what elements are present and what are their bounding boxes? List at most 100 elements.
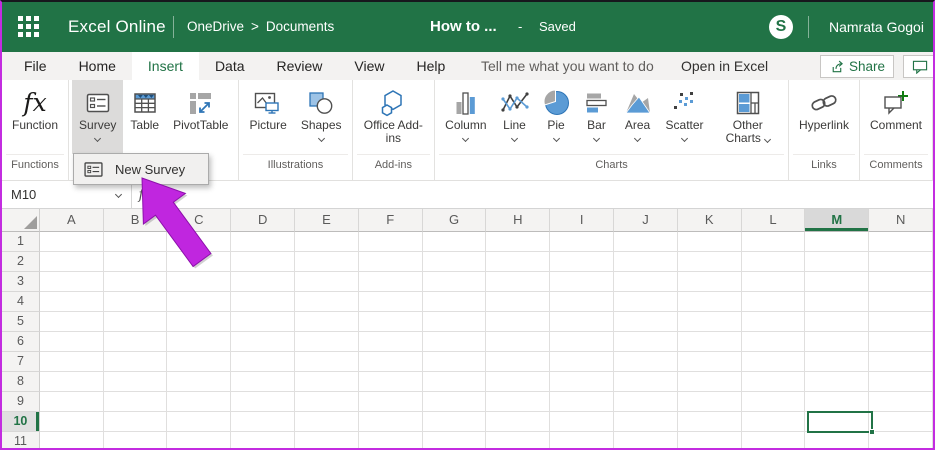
cell-N6[interactable] bbox=[869, 332, 933, 352]
cell-L9[interactable] bbox=[742, 392, 806, 412]
cell-M11[interactable] bbox=[805, 432, 869, 450]
column-header-D[interactable]: D bbox=[231, 209, 295, 232]
row-header-10[interactable]: 10 bbox=[2, 412, 40, 432]
cell-K4[interactable] bbox=[678, 292, 742, 312]
name-box[interactable]: M10 bbox=[2, 181, 132, 208]
cell-A5[interactable] bbox=[40, 312, 104, 332]
cell-K7[interactable] bbox=[678, 352, 742, 372]
cell-H4[interactable] bbox=[486, 292, 550, 312]
row-header-8[interactable]: 8 bbox=[2, 372, 40, 392]
cell-A1[interactable] bbox=[40, 232, 104, 252]
cell-F4[interactable] bbox=[359, 292, 423, 312]
cell-M1[interactable] bbox=[805, 232, 869, 252]
column-header-M[interactable]: M bbox=[805, 209, 869, 232]
cell-J5[interactable] bbox=[614, 312, 678, 332]
cell-C2[interactable] bbox=[167, 252, 231, 272]
cell-J1[interactable] bbox=[614, 232, 678, 252]
cell-A8[interactable] bbox=[40, 372, 104, 392]
cell-N8[interactable] bbox=[869, 372, 933, 392]
cell-A10[interactable] bbox=[40, 412, 104, 432]
cell-I10[interactable] bbox=[550, 412, 614, 432]
document-title[interactable]: How to ... bbox=[430, 2, 497, 52]
cell-H10[interactable] bbox=[486, 412, 550, 432]
tab-insert[interactable]: Insert bbox=[132, 52, 199, 80]
select-all-corner[interactable] bbox=[2, 209, 40, 232]
cell-C10[interactable] bbox=[167, 412, 231, 432]
cell-E1[interactable] bbox=[295, 232, 359, 252]
cell-M2[interactable] bbox=[805, 252, 869, 272]
row-header-2[interactable]: 2 bbox=[2, 252, 40, 272]
cell-N4[interactable] bbox=[869, 292, 933, 312]
row-header-5[interactable]: 5 bbox=[2, 312, 40, 332]
cell-B9[interactable] bbox=[104, 392, 168, 412]
cell-K9[interactable] bbox=[678, 392, 742, 412]
cell-C3[interactable] bbox=[167, 272, 231, 292]
chevron-down-icon[interactable] bbox=[593, 135, 600, 142]
tab-view[interactable]: View bbox=[338, 52, 400, 80]
cell-M9[interactable] bbox=[805, 392, 869, 412]
cell-I4[interactable] bbox=[550, 292, 614, 312]
cell-J3[interactable] bbox=[614, 272, 678, 292]
chevron-down-icon[interactable] bbox=[681, 135, 688, 142]
cell-F10[interactable] bbox=[359, 412, 423, 432]
tab-help[interactable]: Help bbox=[401, 52, 462, 80]
cell-J7[interactable] bbox=[614, 352, 678, 372]
cell-H3[interactable] bbox=[486, 272, 550, 292]
tell-me-box[interactable]: Tell me what you want to do bbox=[481, 52, 654, 80]
cell-D10[interactable] bbox=[231, 412, 295, 432]
column-button[interactable]: Column bbox=[438, 80, 493, 154]
cell-I7[interactable] bbox=[550, 352, 614, 372]
cell-I8[interactable] bbox=[550, 372, 614, 392]
cell-B7[interactable] bbox=[104, 352, 168, 372]
cell-B3[interactable] bbox=[104, 272, 168, 292]
column-header-E[interactable]: E bbox=[295, 209, 359, 232]
new-survey-menu-item[interactable]: New Survey bbox=[115, 162, 185, 177]
cell-G2[interactable] bbox=[423, 252, 487, 272]
tab-data[interactable]: Data bbox=[199, 52, 261, 80]
active-cell-M10[interactable] bbox=[807, 411, 873, 433]
cell-L1[interactable] bbox=[742, 232, 806, 252]
cell-G6[interactable] bbox=[423, 332, 487, 352]
user-name[interactable]: Namrata Gogoi bbox=[829, 2, 924, 52]
column-header-A[interactable]: A bbox=[40, 209, 104, 232]
cell-H11[interactable] bbox=[486, 432, 550, 450]
cell-M8[interactable] bbox=[805, 372, 869, 392]
cell-I9[interactable] bbox=[550, 392, 614, 412]
cell-H7[interactable] bbox=[486, 352, 550, 372]
cell-M4[interactable] bbox=[805, 292, 869, 312]
cell-I11[interactable] bbox=[550, 432, 614, 450]
cell-C7[interactable] bbox=[167, 352, 231, 372]
chevron-down-icon[interactable] bbox=[115, 191, 122, 198]
cell-F8[interactable] bbox=[359, 372, 423, 392]
cell-E7[interactable] bbox=[295, 352, 359, 372]
column-header-I[interactable]: I bbox=[550, 209, 614, 232]
cell-D3[interactable] bbox=[231, 272, 295, 292]
column-header-H[interactable]: H bbox=[486, 209, 550, 232]
column-header-N[interactable]: N bbox=[869, 209, 933, 232]
tab-home[interactable]: Home bbox=[63, 52, 132, 80]
cell-A2[interactable] bbox=[40, 252, 104, 272]
cell-G8[interactable] bbox=[423, 372, 487, 392]
cell-H9[interactable] bbox=[486, 392, 550, 412]
cell-C4[interactable] bbox=[167, 292, 231, 312]
cell-B5[interactable] bbox=[104, 312, 168, 332]
cell-G10[interactable] bbox=[423, 412, 487, 432]
chevron-down-icon[interactable] bbox=[634, 135, 641, 142]
chevron-down-icon[interactable] bbox=[318, 135, 325, 142]
open-in-excel-button[interactable]: Open in Excel bbox=[681, 52, 768, 80]
cell-I2[interactable] bbox=[550, 252, 614, 272]
tab-file[interactable]: File bbox=[8, 52, 63, 80]
cell-J11[interactable] bbox=[614, 432, 678, 450]
formula-input[interactable] bbox=[158, 181, 933, 208]
column-header-F[interactable]: F bbox=[359, 209, 423, 232]
cell-K5[interactable] bbox=[678, 312, 742, 332]
hyperlink-button[interactable]: Hyperlink bbox=[792, 80, 856, 154]
cell-J4[interactable] bbox=[614, 292, 678, 312]
column-header-C[interactable]: C bbox=[167, 209, 231, 232]
cell-N9[interactable] bbox=[869, 392, 933, 412]
cell-E6[interactable] bbox=[295, 332, 359, 352]
cell-M6[interactable] bbox=[805, 332, 869, 352]
cell-G3[interactable] bbox=[423, 272, 487, 292]
cell-H2[interactable] bbox=[486, 252, 550, 272]
cell-D6[interactable] bbox=[231, 332, 295, 352]
